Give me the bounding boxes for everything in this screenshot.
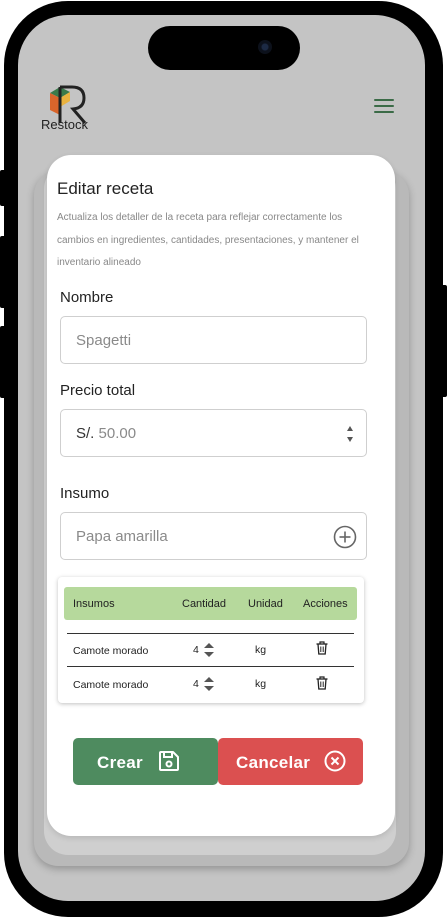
price-display: S/. 50.00 — [76, 425, 136, 442]
column-header-quantity: Cantidad — [182, 598, 227, 610]
create-button-label: Crear — [97, 753, 143, 772]
trash-icon[interactable] — [316, 676, 328, 690]
price-field[interactable]: S/. 50.00 — [60, 409, 367, 457]
app-name: Restock — [41, 117, 88, 132]
column-header-unit: Unidad — [248, 598, 283, 610]
menu-button[interactable] — [374, 97, 396, 115]
name-label: Nombre — [60, 289, 114, 306]
phone-action-button — [0, 170, 6, 206]
row-unit: kg — [255, 678, 267, 690]
supply-placeholder: Papa amarilla — [76, 528, 168, 545]
row-supply: Camote morado — [73, 645, 149, 657]
row-divider — [67, 666, 354, 667]
supply-field[interactable]: Papa amarilla — [60, 512, 367, 560]
dynamic-island — [148, 26, 300, 70]
row-quantity: 4 — [193, 678, 199, 690]
column-header-supply: Insumos — [73, 598, 115, 610]
phone-volume-up — [0, 236, 6, 308]
row-unit: kg — [255, 644, 267, 656]
column-header-actions: Acciones — [303, 598, 348, 610]
number-stepper-icon[interactable] — [346, 424, 354, 444]
table-header: Insumos Cantidad Unidad Acciones — [64, 587, 357, 620]
app-screen: Restock Editar receta Actualiza los deta… — [18, 15, 425, 901]
plus-circle-icon[interactable] — [333, 525, 357, 549]
row-divider — [67, 633, 354, 634]
camera-icon — [258, 40, 272, 54]
hamburger-icon — [374, 99, 394, 101]
row-quantity: 4 — [193, 644, 199, 656]
floppy-disk-icon — [159, 751, 179, 771]
page-description: Actualiza los detaller de la receta para… — [57, 212, 359, 268]
phone-volume-down — [0, 326, 6, 398]
quantity-stepper-icon[interactable] — [204, 676, 214, 692]
phone-power-button — [441, 285, 447, 397]
quantity-stepper-icon[interactable] — [204, 642, 214, 658]
cancel-button-label: Cancelar — [236, 753, 311, 772]
name-field[interactable]: Spagetti — [60, 316, 367, 364]
hamburger-icon — [374, 111, 394, 113]
row-supply: Camote morado — [73, 679, 149, 691]
supply-label: Insumo — [60, 485, 110, 502]
currency-prefix: S/. — [76, 425, 95, 442]
hamburger-icon — [374, 105, 394, 107]
trash-icon[interactable] — [316, 641, 328, 655]
price-label: Precio total — [60, 382, 136, 399]
x-circle-icon — [324, 750, 346, 772]
price-value: 50.00 — [98, 425, 137, 442]
page-title: Editar receta — [57, 179, 154, 198]
edit-recipe-card: Editar receta Actualiza los detaller de … — [47, 155, 395, 836]
create-button[interactable]: Crear — [73, 738, 218, 785]
name-value: Spagetti — [76, 332, 132, 349]
cancel-button[interactable]: Cancelar — [218, 738, 363, 785]
supplies-table: Insumos Cantidad Unidad Acciones Camote … — [58, 577, 364, 703]
